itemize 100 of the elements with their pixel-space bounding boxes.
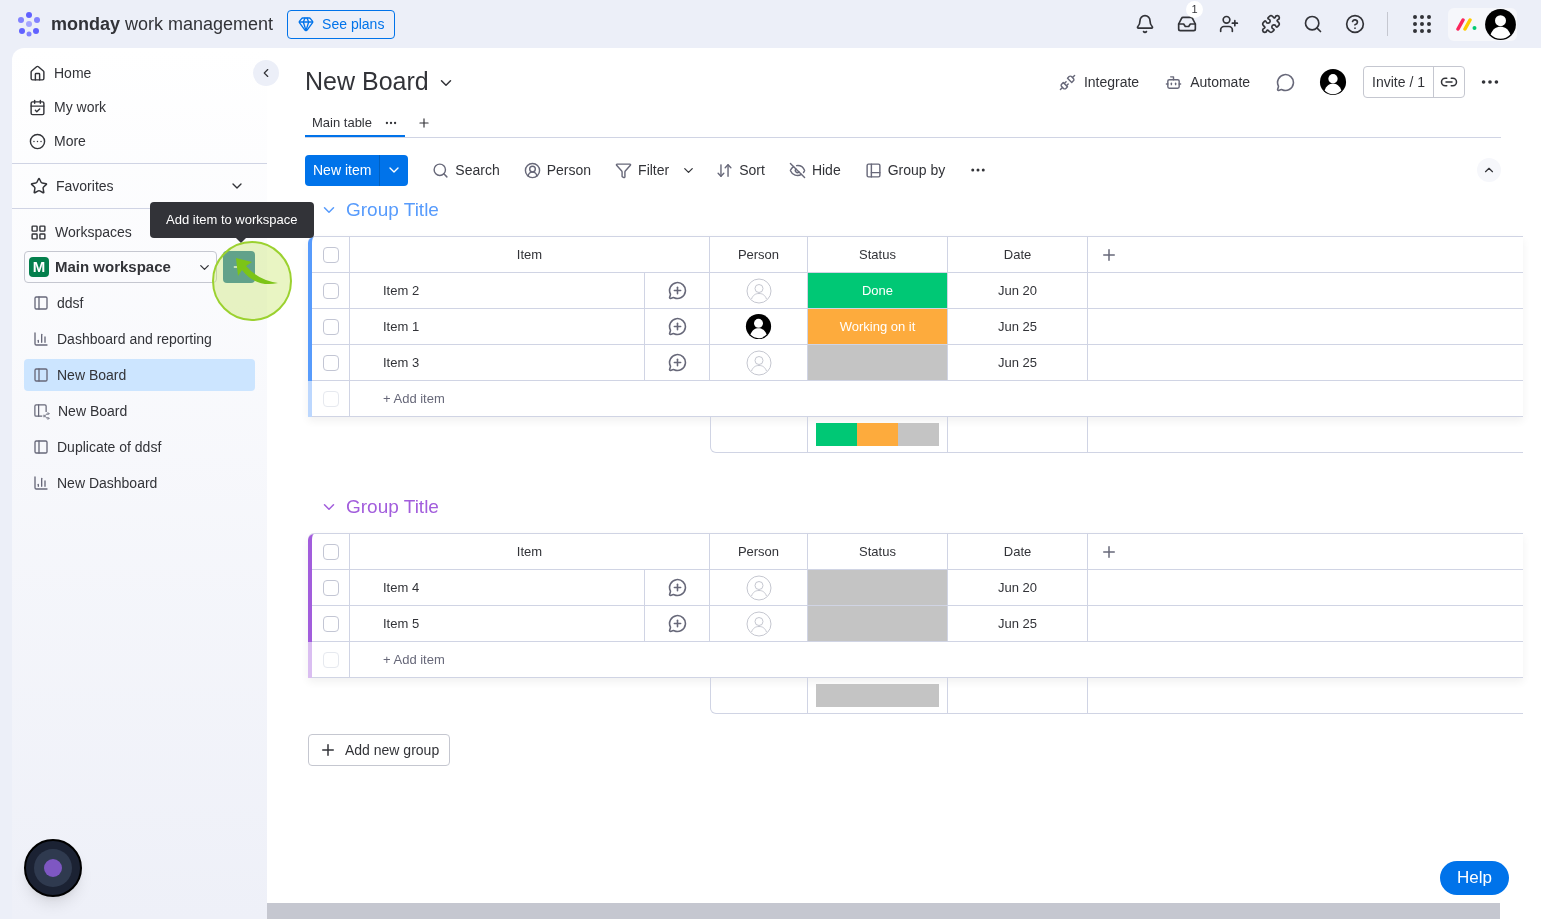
add-view-icon[interactable]: [417, 116, 431, 130]
workspaces-item[interactable]: Workspaces: [12, 213, 152, 251]
plus-icon: [319, 741, 337, 759]
board-icon: [33, 367, 49, 383]
star-icon: [30, 177, 48, 195]
board-list-item[interactable]: New Dashboard: [24, 467, 255, 499]
user-avatar[interactable]: [1319, 68, 1348, 96]
date-cell[interactable]: Jun 20: [997, 280, 1037, 301]
tooltip: Add item to workspace: [150, 202, 314, 238]
add-update-icon[interactable]: [667, 317, 687, 336]
comment-icon[interactable]: [1276, 72, 1296, 92]
checkbox[interactable]: [322, 354, 339, 371]
column-header[interactable]: Date: [1003, 244, 1032, 265]
add-update-icon[interactable]: [667, 353, 687, 372]
toolbar-button[interactable]: Hide: [788, 159, 841, 181]
product-logo-icon[interactable]: [1456, 17, 1478, 31]
checkbox[interactable]: [322, 579, 339, 596]
workspace-selector[interactable]: M Main workspace: [24, 251, 218, 283]
toolbar-button[interactable]: Search: [432, 159, 500, 181]
board-list-item[interactable]: New Board: [24, 395, 255, 427]
column-header[interactable]: Item: [516, 541, 543, 562]
collapse-toolbar-button[interactable]: [1477, 158, 1501, 182]
see-plans-button[interactable]: See plans: [287, 9, 396, 39]
robot-icon: [1165, 73, 1183, 91]
horizontal-scrollbar[interactable]: [267, 903, 1500, 919]
board-list-item[interactable]: Dashboard and reporting: [24, 323, 255, 355]
shared-board-icon: [33, 402, 50, 420]
plug-icon: [1058, 73, 1076, 91]
board-icon: [33, 439, 49, 455]
toolbar-button[interactable]: Person: [523, 159, 592, 181]
person-icon: [523, 161, 541, 179]
column-header[interactable]: Person: [737, 244, 780, 265]
column-header[interactable]: Status: [859, 244, 896, 265]
checkbox[interactable]: [322, 246, 339, 263]
more-icon: [29, 132, 46, 150]
column-header[interactable]: Person: [737, 541, 780, 562]
hide-icon: [788, 161, 806, 179]
add-update-icon[interactable]: [667, 281, 687, 300]
add-group-button[interactable]: Add new group: [308, 734, 451, 766]
item-name[interactable]: Item 2: [383, 280, 420, 301]
sort-icon: [716, 161, 734, 179]
board-action-button[interactable]: Automate: [1165, 71, 1251, 93]
help-button[interactable]: Help: [1440, 861, 1509, 895]
notifications-icon[interactable]: [1135, 14, 1155, 34]
collapse-sidebar-button[interactable]: [253, 60, 279, 86]
apps-icon[interactable]: [1410, 12, 1434, 36]
date-cell[interactable]: Jun 25: [997, 613, 1037, 634]
notification-badge: 1: [1186, 1, 1203, 18]
item-name[interactable]: Item 3: [383, 352, 420, 373]
board-action-button[interactable]: Integrate: [1058, 71, 1140, 93]
person-avatar[interactable]: [745, 313, 772, 340]
nav-item[interactable]: More: [29, 124, 250, 158]
column-header[interactable]: Item: [516, 244, 543, 265]
item-name[interactable]: Item 5: [383, 613, 420, 634]
item-name[interactable]: Item 4: [383, 577, 420, 598]
new-item-dropdown-button[interactable]: [379, 154, 409, 186]
logo-icon[interactable]: [16, 11, 42, 37]
user-avatar[interactable]: [1484, 7, 1517, 41]
checkbox[interactable]: [322, 282, 339, 299]
checkbox[interactable]: [322, 543, 339, 560]
toolbar-button[interactable]: Filter: [615, 159, 670, 181]
inbox-icon[interactable]: [1177, 14, 1197, 34]
board-list-item[interactable]: New Board: [24, 359, 255, 391]
date-cell[interactable]: Jun 20: [997, 577, 1037, 598]
add-update-icon[interactable]: [667, 614, 687, 633]
invite-icon[interactable]: [1219, 14, 1239, 34]
board-icon: [33, 295, 49, 311]
group-title[interactable]: Group Title: [346, 492, 439, 522]
checkbox[interactable]: [322, 318, 339, 335]
view-tab[interactable]: Main table: [305, 111, 405, 137]
add-item-field[interactable]: + Add item: [383, 649, 445, 670]
board-list-item[interactable]: ddsf: [24, 287, 255, 319]
puzzle-icon[interactable]: [1261, 14, 1281, 34]
workspace-initial: M: [29, 257, 49, 277]
chart-icon: [33, 475, 49, 491]
toolbar-button[interactable]: Group by: [864, 159, 946, 181]
nav-item[interactable]: My work: [29, 90, 250, 124]
item-name[interactable]: Item 1: [383, 316, 420, 337]
add-item-field[interactable]: + Add item: [383, 388, 445, 409]
board-title[interactable]: New Board: [305, 63, 429, 101]
column-header[interactable]: Date: [1003, 541, 1032, 562]
add-update-icon[interactable]: [667, 578, 687, 597]
board-list-item[interactable]: Duplicate of ddsf: [24, 431, 255, 463]
tooltip-arrow-icon: [235, 237, 247, 243]
assistant-button[interactable]: [24, 839, 82, 897]
new-item-button[interactable]: New item: [305, 154, 380, 186]
search-icon[interactable]: [1303, 14, 1323, 34]
filter-icon: [615, 161, 633, 179]
checkbox[interactable]: [322, 615, 339, 632]
favorites-item[interactable]: Favorites: [12, 164, 267, 208]
column-header[interactable]: Status: [859, 541, 896, 562]
diamond-icon: [298, 16, 315, 32]
grid-icon: [30, 223, 47, 241]
toolbar-button[interactable]: Sort: [716, 159, 765, 181]
home-icon: [29, 64, 46, 82]
nav-item[interactable]: Home: [29, 56, 250, 90]
date-cell[interactable]: Jun 25: [997, 316, 1037, 337]
calendar-icon: [29, 98, 46, 116]
date-cell[interactable]: Jun 25: [997, 352, 1037, 373]
help-icon[interactable]: [1345, 14, 1365, 34]
